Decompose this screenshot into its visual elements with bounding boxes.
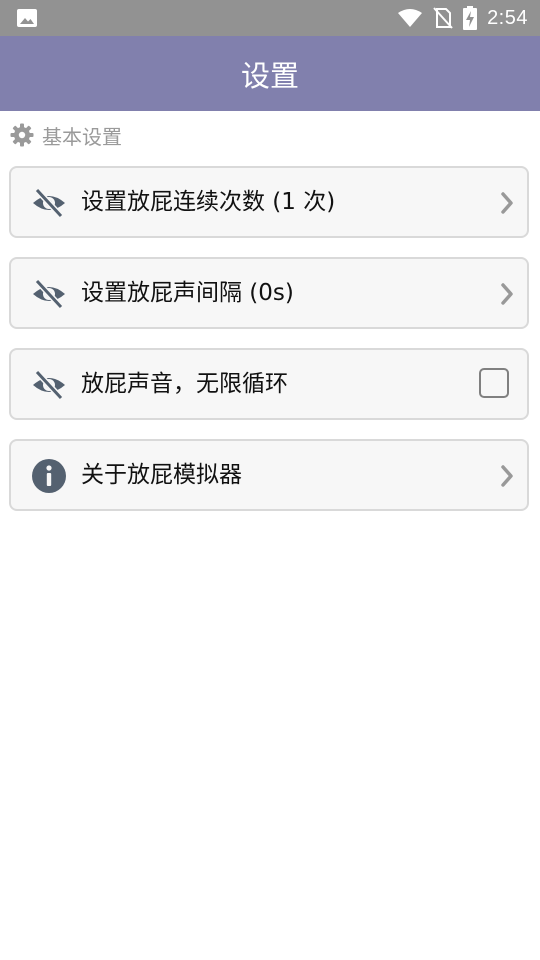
image-icon — [17, 9, 37, 27]
setting-fart-count[interactable]: 设置放屁连续次数 (1 次) — [9, 166, 529, 238]
setting-label: 放屁声音，无限循环 — [81, 371, 288, 397]
eye-off-icon — [33, 369, 65, 401]
app-bar: 设置 — [0, 36, 540, 111]
section-header: 基本设置 — [10, 121, 122, 149]
eye-off-icon — [33, 278, 65, 310]
setting-label: 设置放屁声间隔 (0s) — [81, 280, 294, 306]
chevron-right-icon — [501, 192, 513, 214]
chevron-right-icon — [501, 283, 513, 305]
setting-label: 关于放屁模拟器 — [81, 462, 242, 488]
status-bar: 2:54 — [0, 0, 540, 36]
setting-about[interactable]: 关于放屁模拟器 — [9, 439, 529, 511]
wifi-icon — [398, 9, 423, 27]
section-title: 基本设置 — [42, 124, 122, 149]
setting-loop-sound[interactable]: 放屁声音，无限循环 — [9, 348, 529, 420]
battery-charging-icon — [463, 6, 478, 30]
setting-fart-interval[interactable]: 设置放屁声间隔 (0s) — [9, 257, 529, 329]
status-icons: 2:54 — [397, 0, 528, 36]
gear-icon — [10, 123, 34, 147]
app-title: 设置 — [240, 58, 299, 93]
loop-checkbox[interactable] — [479, 368, 509, 398]
eye-off-icon — [33, 187, 65, 219]
no-sim-icon — [433, 7, 453, 29]
info-icon — [32, 459, 66, 493]
chevron-right-icon — [501, 465, 513, 487]
setting-label: 设置放屁连续次数 (1 次) — [81, 189, 336, 215]
status-time: 2:54 — [487, 6, 528, 29]
